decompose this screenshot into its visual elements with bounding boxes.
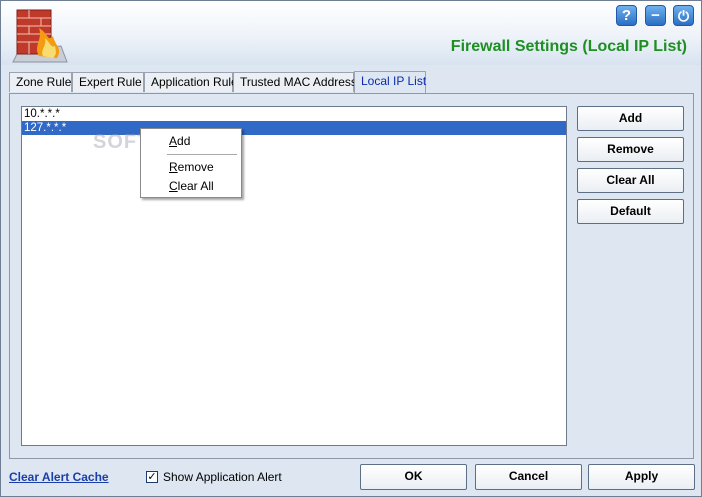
power-button[interactable]: ⏻ bbox=[673, 5, 694, 26]
show-application-alert-checkbox[interactable]: ✓ bbox=[146, 471, 158, 483]
context-menu: Add Remove Clear All bbox=[140, 128, 242, 198]
context-menu-add[interactable]: Add bbox=[169, 134, 190, 148]
menu-separator bbox=[167, 154, 237, 155]
default-button[interactable]: Default bbox=[577, 199, 684, 224]
checkmark-icon: ✓ bbox=[147, 471, 157, 483]
ip-list-box[interactable]: 10.*.*.* 127.*.*.* bbox=[21, 106, 567, 446]
help-button[interactable]: ? bbox=[616, 5, 637, 26]
ok-button[interactable]: OK bbox=[360, 464, 467, 490]
tab-application-rule[interactable]: Application Rule bbox=[144, 72, 238, 92]
header-banner: ? − ⏻ Firewall Settings (Local IP List) bbox=[1, 1, 701, 65]
context-menu-remove[interactable]: Remove bbox=[169, 160, 214, 174]
show-application-alert-label: Show Application Alert bbox=[163, 470, 282, 484]
tab-expert-rule[interactable]: Expert Rule bbox=[72, 72, 144, 92]
list-item[interactable]: 10.*.*.* bbox=[22, 107, 566, 121]
cancel-button[interactable]: Cancel bbox=[475, 464, 582, 490]
page-title: Firewall Settings (Local IP List) bbox=[450, 38, 687, 55]
clear-all-button[interactable]: Clear All bbox=[577, 168, 684, 193]
context-menu-clear-all[interactable]: Clear All bbox=[169, 179, 214, 193]
tab-trusted-mac-address[interactable]: Trusted MAC Address bbox=[233, 72, 357, 92]
firewall-settings-window: ? − ⏻ Firewall Settings (Local IP List) … bbox=[0, 0, 702, 497]
clear-alert-cache-link[interactable]: Clear Alert Cache bbox=[9, 470, 109, 484]
add-button[interactable]: Add bbox=[577, 106, 684, 131]
apply-button[interactable]: Apply bbox=[588, 464, 695, 490]
minimize-button[interactable]: − bbox=[645, 5, 666, 26]
tab-zone-rule[interactable]: Zone Rule bbox=[9, 72, 72, 92]
remove-button[interactable]: Remove bbox=[577, 137, 684, 162]
firewall-logo-icon bbox=[12, 9, 68, 63]
tab-local-ip-list[interactable]: Local IP List bbox=[354, 71, 426, 93]
